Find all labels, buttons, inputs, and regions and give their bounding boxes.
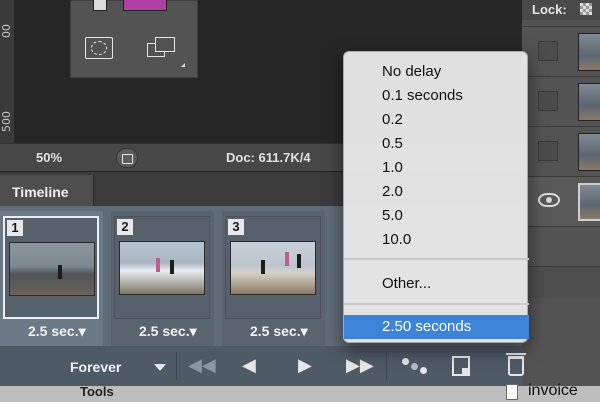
- frame-cell[interactable]: 3: [225, 216, 321, 319]
- flyout-indicator-icon: [181, 63, 185, 67]
- frame-thumbnail: [9, 242, 95, 296]
- layer-thumbnail: [578, 133, 600, 171]
- menu-item-2-0[interactable]: 2.0: [344, 180, 529, 204]
- divider: [176, 352, 177, 380]
- layer-thumbnail: [578, 33, 600, 71]
- frame-delay-dropdown[interactable]: 2.5 sec.▾: [28, 323, 86, 340]
- eye-icon[interactable]: [538, 193, 560, 207]
- frame-delay-dropdown[interactable]: 2.5 sec.▾: [139, 323, 197, 340]
- document-size-info[interactable]: Doc: 611.7K/4: [226, 150, 311, 165]
- menu-item-0-1-seconds[interactable]: 0.1 seconds: [344, 84, 529, 108]
- loop-label: Forever: [70, 359, 122, 375]
- layer-row[interactable]: [522, 26, 600, 76]
- timeline-controls: Forever ◀◀ ◀ ▶ ▶▶: [0, 346, 526, 386]
- foreground-color-swatch[interactable]: [123, 0, 167, 11]
- frame-number: 2: [117, 219, 133, 235]
- layer-thumbnail: [578, 183, 600, 221]
- frame-thumbnail: [230, 241, 316, 295]
- layer-row[interactable]: [522, 76, 600, 126]
- frame-delay-label: 2.5 sec.: [28, 323, 79, 339]
- visibility-toggle[interactable]: [538, 41, 558, 61]
- layer-row[interactable]: [522, 266, 600, 298]
- loop-options-dropdown[interactable]: Forever: [60, 352, 176, 382]
- menu-item-0-5[interactable]: 0.5: [344, 132, 529, 156]
- file-label[interactable]: invoice: [528, 382, 578, 400]
- trash-icon[interactable]: [506, 353, 526, 376]
- zoom-level[interactable]: 50%: [36, 150, 62, 165]
- layer-thumbnail: [578, 83, 600, 121]
- frame-delay-label: 2.5 sec.: [139, 323, 190, 339]
- tab-timeline[interactable]: Timeline: [0, 175, 94, 207]
- menu-item-current-delay[interactable]: 2.50 seconds: [344, 315, 529, 339]
- frame-delay-menu: No delay 0.1 seconds 0.2 0.5 1.0 2.0 5.0…: [343, 51, 529, 343]
- document-icon: [506, 384, 518, 400]
- timeline-frame-3[interactable]: 3 2.5 sec.▾: [222, 211, 325, 349]
- duplicate-frame-icon[interactable]: [452, 356, 470, 376]
- frame-number: 3: [228, 219, 244, 235]
- screen-mode-icon[interactable]: [147, 37, 177, 61]
- tools-panel: [70, 0, 198, 78]
- timeline-frame-2[interactable]: 2 2.5 sec.▾: [111, 211, 214, 349]
- menu-item-5-0[interactable]: 5.0: [344, 204, 529, 228]
- frame-delay-label: 2.5 sec.: [250, 323, 301, 339]
- menu-separator: [344, 303, 529, 305]
- layer-row-selected[interactable]: [522, 176, 600, 226]
- ruler-label: 00: [0, 24, 13, 38]
- menu-item-other[interactable]: Other...: [344, 272, 529, 296]
- first-frame-icon[interactable]: ◀◀: [188, 356, 216, 376]
- previous-frame-icon[interactable]: ◀: [242, 356, 256, 376]
- tools-label: Tools: [80, 384, 114, 399]
- vertical-ruler: 00 500: [0, 0, 14, 143]
- menu-item-1-0[interactable]: 1.0: [344, 156, 529, 180]
- layer-row[interactable]: [522, 226, 600, 266]
- next-frame-icon[interactable]: ▶▶: [346, 356, 374, 376]
- tween-icon[interactable]: [402, 358, 428, 374]
- visibility-toggle[interactable]: [538, 141, 558, 161]
- menu-separator: [344, 258, 529, 260]
- frame-delay-dropdown[interactable]: 2.5 sec.▾: [250, 323, 308, 340]
- bottom-strip: Tools invoice: [0, 382, 600, 402]
- export-status-icon[interactable]: [116, 148, 138, 168]
- frame-number: 1: [7, 220, 23, 236]
- chevron-down-icon: [154, 364, 166, 371]
- visibility-toggle[interactable]: [538, 91, 558, 111]
- divider: [386, 352, 387, 380]
- chevron-down-icon: ▾: [189, 323, 197, 339]
- quick-mask-icon[interactable]: [85, 37, 113, 59]
- ruler-label: 500: [0, 111, 13, 132]
- chevron-down-icon: ▾: [300, 323, 308, 339]
- lock-row: Lock:: [522, 0, 600, 20]
- menu-item-no-delay[interactable]: No delay: [344, 60, 529, 84]
- menu-item-10-0[interactable]: 10.0: [344, 228, 529, 252]
- chevron-down-icon: ▾: [78, 323, 86, 339]
- frame-cell[interactable]: 2: [114, 216, 210, 319]
- lock-label: Lock:: [532, 2, 567, 17]
- background-color-swatch[interactable]: [93, 0, 107, 11]
- layers-panel: Lock:: [522, 0, 600, 402]
- layer-row[interactable]: [522, 126, 600, 176]
- lock-transparency-icon[interactable]: [580, 3, 592, 15]
- menu-item-0-2[interactable]: 0.2: [344, 108, 529, 132]
- play-icon[interactable]: ▶: [298, 356, 312, 376]
- frame-cell[interactable]: 1: [3, 216, 99, 319]
- timeline-frame-1[interactable]: 1 2.5 sec.▾: [0, 211, 103, 349]
- frame-thumbnail: [119, 241, 205, 295]
